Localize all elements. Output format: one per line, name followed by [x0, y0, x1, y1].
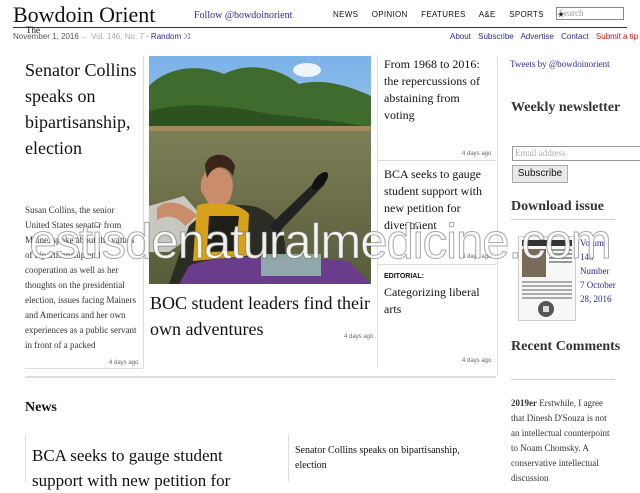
column-divider	[143, 56, 144, 368]
feature-headline[interactable]: BOC student leaders find their own adven…	[150, 290, 374, 342]
story-divider	[378, 264, 496, 265]
submit-tip-link[interactable]: Submit a tip	[596, 32, 638, 41]
about-link[interactable]: About	[450, 32, 471, 41]
section-divider	[25, 376, 496, 378]
nav-ae[interactable]: A&E	[479, 10, 496, 19]
nav-sports[interactable]: SPORTS	[509, 10, 544, 19]
news-column-divider	[288, 435, 289, 482]
story-editorial-headline[interactable]: Categorizing liberal arts	[384, 284, 492, 318]
sidebar-rule	[511, 219, 615, 220]
utility-nav: About Subscribe Advertise Contact Submit…	[450, 32, 638, 41]
issue-info-link[interactable]: Volume 146 Number 7 October 28, 2016	[580, 236, 616, 306]
news-story-collins[interactable]: Senator Collins speaks on bipartisanship…	[295, 443, 485, 473]
subscribe-link[interactable]: Subscribe	[478, 32, 514, 41]
feature-photo[interactable]	[149, 56, 371, 284]
issue-thumbnail[interactable]	[518, 236, 576, 321]
search-input[interactable]: Search	[556, 7, 624, 20]
story-voting-timestamp: 4 days ago	[462, 151, 492, 157]
nav-opinion[interactable]: OPINION	[372, 10, 408, 19]
story-bca-headline[interactable]: BCA seeks to gauge student support with …	[384, 166, 492, 230]
story-bca-timestamp: 4 days ago	[462, 254, 492, 260]
recent-comments-heading: Recent Comments	[511, 339, 621, 354]
volume-number[interactable]: ← Vol. 146, No. 7	[81, 32, 144, 41]
nav-news[interactable]: NEWS	[333, 10, 358, 19]
random-link[interactable]: Random ⤨	[151, 32, 190, 41]
tweets-link[interactable]: Tweets by @bowdoinorient	[510, 57, 610, 71]
newsletter-heading: Weekly newsletter	[511, 100, 621, 115]
news-story-bca[interactable]: BCA seeks to gauge student support with …	[32, 443, 272, 493]
sidebar-divider	[497, 56, 498, 376]
story-divider	[378, 160, 496, 161]
lead-headline[interactable]: Senator Collins speaks on bipartisanship…	[25, 57, 143, 161]
recent-comment[interactable]: 2019er Erstwhile, I agree that Dinesh D'…	[511, 396, 615, 486]
column-divider	[377, 56, 378, 368]
nav-features[interactable]: FEATURES	[421, 10, 465, 19]
newspaper-icon	[522, 240, 572, 317]
comment-author: 2019er	[511, 398, 537, 408]
advertise-link[interactable]: Advertise	[521, 32, 554, 41]
lead-timestamp: 4 days ago	[109, 360, 139, 366]
separator: ·	[146, 32, 149, 41]
feature-timestamp: 4 days ago	[344, 334, 374, 340]
lead-summary: Susan Collins, the senior United States …	[25, 205, 137, 350]
editorial-label: EDITORIAL:	[384, 273, 424, 280]
email-field[interactable]: Email address	[512, 146, 640, 161]
kayak-photo-image	[149, 56, 371, 284]
masthead-divider	[13, 27, 627, 28]
site-logo[interactable]: Bowdoin Orient The	[13, 2, 156, 35]
issue-date: November 1, 2016	[13, 32, 79, 41]
subscribe-button[interactable]: Subscribe	[512, 165, 568, 183]
story-voting-headline[interactable]: From 1968 to 2016: the repercussions of …	[384, 56, 492, 124]
comment-text: Erstwhile, I agree that Dinesh D'Souza i…	[511, 398, 610, 483]
story-editorial-timestamp: 4 days ago	[462, 358, 492, 364]
shuffle-icon: ⤨	[183, 32, 190, 41]
sidebar-rule	[511, 379, 615, 380]
follow-link[interactable]: Follow @bowdoinorient	[194, 10, 292, 21]
logo-text: Bowdoin Orient	[13, 2, 156, 27]
issue-line: November 1, 2016 ← Vol. 146, No. 7 · Ran…	[13, 32, 190, 42]
lead-divider	[25, 368, 143, 369]
news-column-divider	[25, 435, 26, 482]
download-heading: Download issue	[511, 199, 604, 214]
contact-link[interactable]: Contact	[561, 32, 589, 41]
main-nav: NEWS OPINION FEATURES A&E SPORTS ★	[333, 10, 576, 19]
news-section-heading[interactable]: News	[25, 400, 57, 416]
